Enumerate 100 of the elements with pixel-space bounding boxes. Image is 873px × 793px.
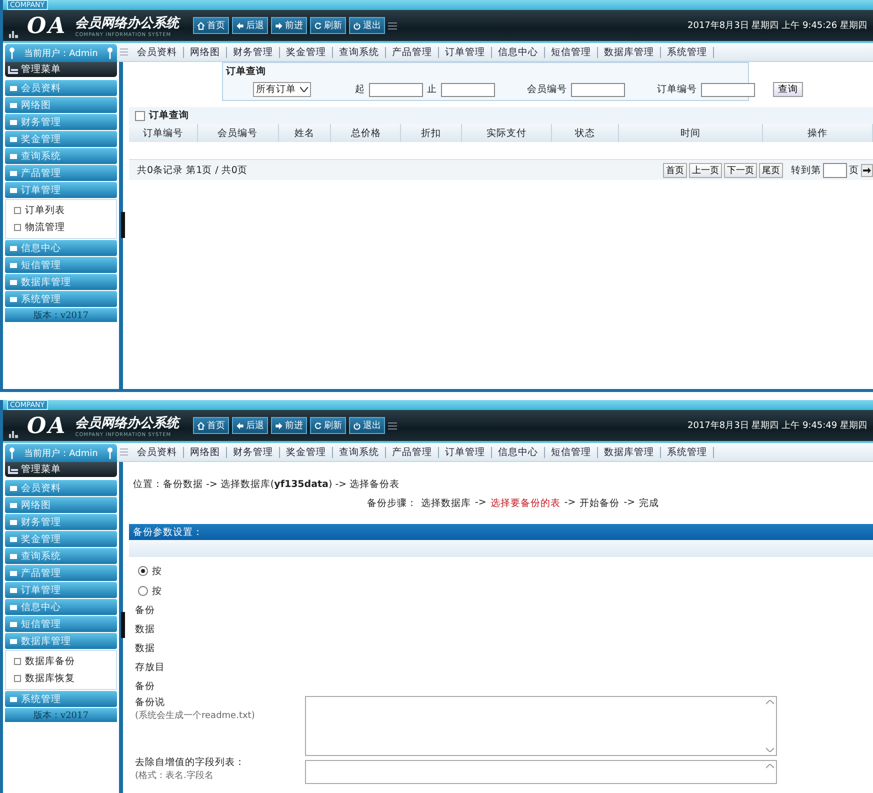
nav-link[interactable]: 信息中心: [492, 446, 545, 458]
column-header: 订单编号: [129, 124, 198, 142]
scroll-up-icon[interactable]: [766, 700, 774, 705]
toolbar-button[interactable]: 退出: [349, 417, 386, 434]
option-label: 按: [152, 584, 162, 598]
search-button[interactable]: 查询: [773, 82, 803, 97]
radio-button[interactable]: [138, 586, 148, 596]
collapse-handle[interactable]: [121, 212, 125, 238]
nav-link[interactable]: 信息中心: [492, 46, 545, 58]
nav-link[interactable]: 数据库管理: [598, 46, 661, 58]
field-label: 备份: [135, 680, 155, 693]
step-arrow: ->: [624, 497, 636, 510]
step-arrow: ->: [564, 497, 576, 510]
step-label: 选择数据库: [420, 497, 471, 510]
toolbar-button[interactable]: 首页: [193, 17, 230, 34]
field-label: 订单编号: [657, 83, 697, 96]
nav-link[interactable]: 数据库管理: [598, 446, 661, 458]
input-field[interactable]: [571, 82, 625, 96]
pager-button[interactable]: 上一页: [689, 162, 722, 178]
pin-icon: [9, 47, 15, 59]
nav-link[interactable]: 订单管理: [439, 446, 492, 458]
pin-icon: [107, 47, 113, 59]
text-area[interactable]: [305, 760, 777, 784]
toolbar-button[interactable]: 首页: [193, 417, 230, 434]
column-header: 总价格: [331, 124, 402, 142]
current-user: 当前用户：Admin: [5, 44, 117, 62]
version-label: 版本：v2017: [5, 308, 117, 322]
input-field[interactable]: [369, 82, 423, 96]
column-header: 时间: [618, 124, 764, 142]
pager-button[interactable]: 首页: [663, 162, 687, 178]
nav-link[interactable]: 查询系统: [333, 46, 386, 58]
list-icon: [8, 66, 18, 74]
radio-button[interactable]: [138, 566, 148, 576]
power-icon: [353, 22, 362, 30]
toolbar-button[interactable]: 前进: [271, 417, 308, 434]
collapse-handle[interactable]: [121, 612, 125, 638]
toolbar-button[interactable]: 前进: [271, 17, 308, 34]
toolbar-button[interactable]: 后退: [232, 417, 268, 434]
sidebar-subitem[interactable]: 数据库备份: [6, 653, 116, 670]
nav-link[interactable]: 会员资料: [131, 446, 184, 458]
toolbar-button[interactable]: 刷新: [310, 417, 346, 434]
pager-button[interactable]: 下一页: [724, 162, 757, 178]
sidebar-subitem[interactable]: 订单列表: [6, 202, 116, 219]
sidebar-subitem[interactable]: 数据库恢复: [6, 670, 116, 687]
checkbox[interactable]: [135, 110, 145, 120]
logo: OA: [27, 12, 68, 38]
field-label: 备份说: [135, 696, 166, 709]
panel-title: 备份参数设置：: [129, 524, 873, 540]
field-label: 起: [355, 83, 365, 96]
input-field[interactable]: [441, 82, 495, 96]
option-label: 按: [152, 564, 162, 578]
nav-link[interactable]: 系统管理: [661, 46, 714, 58]
list-icon: [8, 466, 18, 474]
current-user: 当前用户：Admin: [5, 444, 117, 462]
pin-icon: [107, 447, 113, 459]
nav-link[interactable]: 产品管理: [386, 446, 439, 458]
breadcrumb: 位置：备份数据 -> 选择数据库(yf135data) -> 选择备份表: [133, 478, 401, 491]
nav-link[interactable]: 网络图: [184, 446, 227, 458]
home-icon: [197, 422, 206, 430]
record-count: 共0条记录 第1页 / 共0页: [137, 164, 248, 176]
toolbar-button[interactable]: 刷新: [310, 17, 346, 34]
nav-link[interactable]: 查询系统: [333, 446, 386, 458]
order-type-dropdown[interactable]: 所有订单: [253, 82, 311, 97]
nav-link[interactable]: 短信管理: [545, 446, 598, 458]
nav-link[interactable]: 产品管理: [386, 46, 439, 58]
step-arrow: ->: [474, 497, 486, 510]
table-title: 订单查询: [149, 109, 189, 122]
menu-icon[interactable]: [388, 22, 398, 30]
scroll-down-icon[interactable]: [766, 747, 774, 752]
app-title: 会员网络办公系统: [75, 14, 180, 32]
nav-link[interactable]: 系统管理: [661, 446, 714, 458]
nav-link[interactable]: 奖金管理: [280, 446, 333, 458]
field-label: 数据: [135, 623, 155, 636]
sidebar-subitem[interactable]: 物流管理: [6, 219, 116, 236]
scroll-up-icon[interactable]: [766, 764, 774, 769]
step-label: 开始备份: [580, 497, 620, 510]
step-label: 完成: [639, 497, 660, 510]
nav-link[interactable]: 订单管理: [439, 46, 492, 58]
panel-title: 订单查询: [224, 65, 267, 79]
pin-icon: [9, 447, 15, 459]
nav-link[interactable]: 会员资料: [131, 46, 184, 58]
text-area[interactable]: [305, 696, 777, 756]
nav-link[interactable]: 奖金管理: [280, 46, 333, 58]
nav-link[interactable]: 网络图: [184, 46, 227, 58]
nav-link[interactable]: 短信管理: [545, 46, 598, 58]
menu-icon[interactable]: [388, 422, 398, 430]
nav-link[interactable]: 财务管理: [227, 446, 280, 458]
toolbar-button[interactable]: 退出: [349, 17, 386, 34]
page-field[interactable]: [823, 162, 847, 178]
nav-link[interactable]: 财务管理: [227, 46, 280, 58]
input-field[interactable]: [701, 82, 755, 96]
left-arrow-icon: [236, 422, 244, 430]
toolbar-button[interactable]: 后退: [232, 17, 268, 34]
field-label: 存放目: [135, 661, 165, 674]
home-icon: [197, 22, 206, 30]
version-label: 版本：v2017: [5, 708, 117, 722]
menu-icon: [120, 48, 128, 56]
pager-button[interactable]: 尾页: [759, 162, 783, 178]
column-header: 折扣: [401, 124, 462, 142]
field-label: 会员编号: [527, 83, 567, 96]
